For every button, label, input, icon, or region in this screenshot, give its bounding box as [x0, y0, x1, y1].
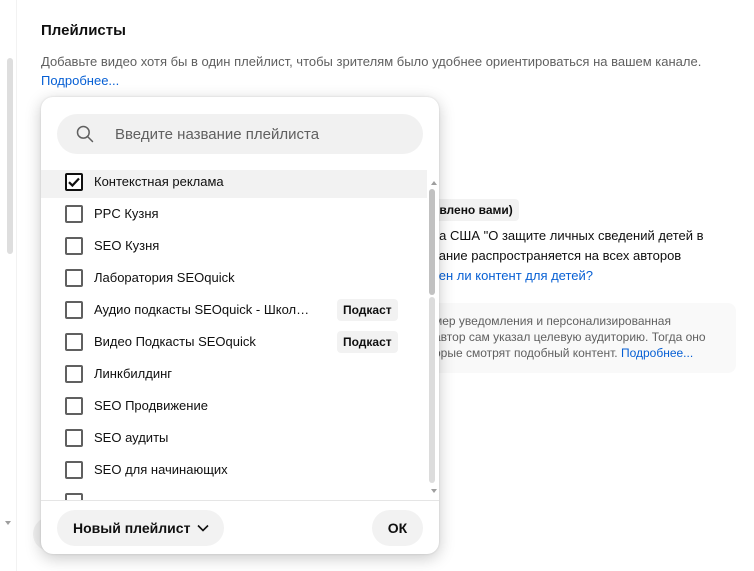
new-playlist-button[interactable]: Новый плейлист: [57, 510, 224, 546]
learn-more-link[interactable]: Подробнее...: [41, 73, 119, 88]
info-learn-more-link[interactable]: Подробнее...: [621, 346, 693, 360]
info-line-3: орые смотрят подобный контент.: [434, 346, 618, 360]
playlist-item-label: SEO Продвижение: [94, 398, 208, 413]
info-box-text: мер уведомления и персонализированная ав…: [434, 313, 734, 361]
checkbox[interactable]: [65, 429, 83, 447]
left-scrollbar-thumb[interactable]: [7, 58, 13, 254]
scroll-down-arrow[interactable]: [431, 489, 437, 493]
made-for-kids-link[interactable]: чен ли контент для детей?: [432, 268, 593, 283]
playlist-item-label: Аудио подкасты SEOquick - Школа ...: [94, 302, 316, 317]
checkbox[interactable]: [65, 333, 83, 351]
podcast-badge: Подкаст: [337, 331, 398, 353]
playlist-item-label: SEO для начинающих: [94, 462, 228, 477]
playlist-item-label: Контекстная реклама: [94, 174, 224, 189]
playlist-item-label: SEO Кузня: [94, 238, 160, 253]
scrollbar-track[interactable]: [429, 297, 435, 483]
new-playlist-label: Новый плейлист: [73, 520, 191, 536]
checkbox[interactable]: [65, 397, 83, 415]
section-title: Плейлисты: [41, 22, 126, 39]
playlist-item-label: PPC Кузня: [94, 206, 159, 221]
playlist-item[interactable]: SEO аудиты: [41, 422, 427, 454]
playlist-item[interactable]: SEO для начинающих: [41, 454, 427, 486]
scroll-up-arrow[interactable]: [431, 181, 437, 185]
checkbox[interactable]: [65, 269, 83, 287]
section-description: Добавьте видео хотя бы в один плейлист, …: [41, 52, 741, 90]
section-description-text: Добавьте видео хотя бы в один плейлист, …: [41, 54, 702, 69]
playlist-item[interactable]: SEO Продвижение: [41, 390, 427, 422]
playlist-item[interactable]: Лаборатория SEOquick: [41, 262, 427, 294]
playlist-item[interactable]: Контекстная реклама: [41, 170, 427, 198]
checkbox-checked[interactable]: [65, 173, 83, 191]
info-line-2: автор сам указал целевую аудиторию. Тогд…: [434, 330, 706, 344]
checkbox[interactable]: [65, 493, 83, 500]
info-line-1: мер уведомления и персонализированная: [434, 314, 671, 328]
studio-page: Плейлисты Добавьте видео хотя бы в один …: [0, 0, 754, 571]
audience-description: на США "О защите личных сведений детей в…: [400, 226, 720, 286]
ok-button[interactable]: ОК: [372, 510, 423, 546]
checkbox[interactable]: [65, 301, 83, 319]
playlist-item-label: Видео Подкасты SEOquick: [94, 334, 256, 349]
podcast-badge: Подкаст: [337, 299, 398, 321]
playlist-list: Контекстная реклама PPC Кузня SEO Кузня …: [41, 170, 427, 500]
left-divider: [16, 0, 17, 571]
left-scroll-down-arrow[interactable]: [5, 521, 11, 525]
scrollbar-thumb[interactable]: [429, 189, 435, 295]
playlist-item-partial[interactable]: [41, 486, 427, 500]
audience-line-1: на США "О защите личных сведений детей в: [432, 228, 704, 243]
search-icon: [76, 125, 94, 143]
playlist-item[interactable]: Линкбилдинг: [41, 358, 427, 390]
playlist-popup: Контекстная реклама PPC Кузня SEO Кузня …: [41, 97, 439, 554]
playlist-search-box[interactable]: [57, 114, 423, 154]
checkbox[interactable]: [65, 461, 83, 479]
checkmark-icon: [68, 177, 80, 188]
playlist-item[interactable]: Аудио подкасты SEOquick - Школа ... Подк…: [41, 294, 427, 326]
playlist-item-label: SEO аудиты: [94, 430, 169, 445]
chevron-down-icon: [197, 524, 209, 532]
audience-line-2: вание распространяется на всех авторов: [432, 248, 682, 263]
checkbox[interactable]: [65, 237, 83, 255]
playlist-item[interactable]: SEO Кузня: [41, 230, 427, 262]
footer-divider: [41, 500, 439, 501]
playlist-search-input[interactable]: [113, 114, 413, 154]
playlist-item[interactable]: Видео Подкасты SEOquick Подкаст: [41, 326, 427, 358]
playlist-item-label: Лаборатория SEOquick: [94, 270, 235, 285]
playlist-item[interactable]: PPC Кузня: [41, 198, 427, 230]
playlist-item-label: Линкбилдинг: [94, 366, 173, 381]
checkbox[interactable]: [65, 205, 83, 223]
checkbox[interactable]: [65, 365, 83, 383]
